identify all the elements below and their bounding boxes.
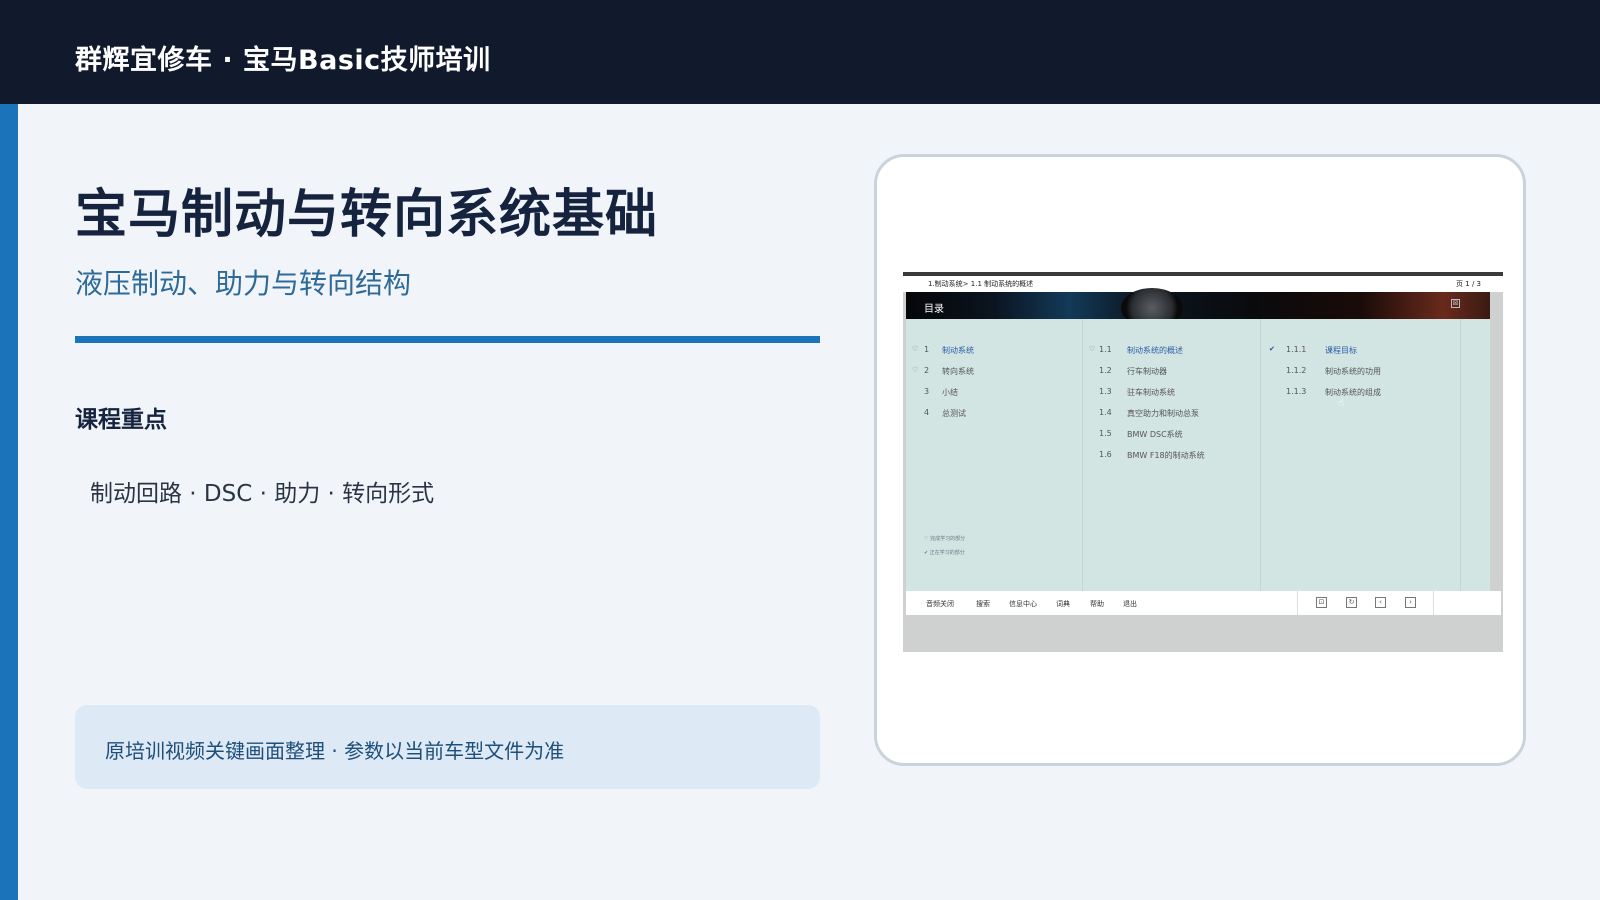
toc-item-label: 行车制动器 <box>1127 367 1167 376</box>
toc-item: 1.3 驻车制动系统 <box>1083 387 1260 401</box>
toc-item: 1.4 真空助力和制动总泵 <box>1083 408 1260 422</box>
toc-item-number: 1.2 <box>1099 366 1112 375</box>
toc-item: ♡ 1 制动系统 <box>906 345 1082 359</box>
page-subtitle: 液压制动、助力与转向结构 <box>75 267 412 300</box>
footer-help: 帮助 <box>1090 600 1104 608</box>
toc-column-sections: ♡ 1.1 制动系统的概述 1.2 行车制动器 1.3 驻车制动系统 1.4 真空助力和制动总泵… <box>1083 319 1261 591</box>
section-title: 课程重点 <box>75 407 167 433</box>
toc-body: ♡ 1 制动系统 ♡ 2 转向系统 3 小结 4 总测试 ♡ 1.1 制动系统的概述 1.2 行车制动器 1… <box>906 319 1490 591</box>
toc-item-label: 课程目标 <box>1325 346 1357 355</box>
toc-item-label: 真空助力和制动总泵 <box>1127 409 1199 418</box>
note-text: 原培训视频关键画面整理 · 参数以当前车型文件为准 <box>105 739 565 763</box>
toc-item-label: 制动系统的概述 <box>1127 346 1183 355</box>
fullscreen-icon: ⊡ <box>1316 597 1327 608</box>
title-divider <box>75 336 820 343</box>
toc-item: 4 总测试 <box>906 408 1082 422</box>
toc-item: ♡ 1.1 制动系统的概述 <box>1083 345 1260 359</box>
toc-item-label: 驻车制动系统 <box>1127 388 1175 397</box>
screenshot-page-indicator: 页 1 / 3 <box>1456 280 1481 288</box>
toc-item: 1.6 BMW F18的制动系统 <box>1083 450 1260 464</box>
toc-item-label: BMW DSC系统 <box>1127 430 1183 439</box>
toc-item-number: 1.6 <box>1099 450 1112 459</box>
toc-label: 目录 <box>924 304 944 315</box>
chevron-right-icon: › <box>1405 597 1416 608</box>
heart-check-icon: ♡ <box>912 345 919 353</box>
toc-item-label: 制动系统的功用 <box>1325 367 1381 376</box>
footer-search: 搜索 <box>976 600 990 608</box>
toc-column-topics: ✔ 1.1.1 课程目标 1.1.2 制动系统的功用 1.1.3 制动系统的组成 <box>1261 319 1461 591</box>
toc-item-number: 1.3 <box>1099 387 1112 396</box>
toc-item-label: 转向系统 <box>942 367 974 376</box>
toc-item-number: 1.1.3 <box>1286 387 1307 396</box>
training-screenshot: 1.制动系统> 1.1 制动系统的概述 页 1 / 3 目录 ⊠ ♡ 1 制动系统 ♡… <box>903 272 1503 652</box>
heart-check-icon: ♡ <box>1089 345 1096 353</box>
refresh-icon: ↻ <box>1346 597 1357 608</box>
key-points: 制动回路 · DSC · 助力 · 转向形式 <box>90 481 435 507</box>
toc-item: ✔ 1.1.1 课程目标 <box>1261 345 1460 359</box>
toc-item: ♡ 2 转向系统 <box>906 366 1082 380</box>
toc-item-label: 总测试 <box>942 409 966 418</box>
screenshot-footer: 音频关闭 搜索 信息中心 词典 帮助 退出 ⊡ ↻ ‹ › <box>906 591 1501 615</box>
close-icon: ⊠ <box>1451 299 1460 308</box>
toc-item-label: 制动系统的组成 <box>1325 388 1381 397</box>
screenshot-header: 目录 ⊠ <box>906 288 1490 328</box>
check-icon: ✔ <box>1269 345 1275 353</box>
footer-exit: 退出 <box>1123 600 1137 608</box>
toc-item-label: BMW F18的制动系统 <box>1127 451 1205 460</box>
toc-item: 1.1.2 制动系统的功用 <box>1261 366 1460 380</box>
legend-completed: ♡ 完成学习的部分 <box>924 536 966 542</box>
toc-item-number: 1.1 <box>1099 345 1112 354</box>
screenshot-nav-group: ⊡ ↻ ‹ › <box>1297 591 1434 615</box>
toc-item-number: 4 <box>924 408 930 417</box>
heart-check-icon: ♡ <box>912 366 919 374</box>
toc-item-number: 2 <box>924 366 930 375</box>
footer-audio-off: 音频关闭 <box>926 600 954 608</box>
toc-item: 1.5 BMW DSC系统 <box>1083 429 1260 443</box>
toc-item-number: 1.1.1 <box>1286 345 1307 354</box>
toc-item-number: 1.1.2 <box>1286 366 1307 375</box>
toc-item-number: 1.5 <box>1099 429 1112 438</box>
toc-item: 1.2 行车制动器 <box>1083 366 1260 380</box>
side-accent-bar <box>0 104 18 900</box>
brand-title: 群辉宜修车 · 宝马Basic技师培训 <box>75 45 491 76</box>
toc-item-number: 1.4 <box>1099 408 1112 417</box>
toc-item-number: 1 <box>924 345 930 354</box>
toc-item-label: 小结 <box>942 388 958 397</box>
top-bar: 群辉宜修车 · 宝马Basic技师培训 <box>0 0 1600 104</box>
toc-item-number: 3 <box>924 387 930 396</box>
footer-info-center: 信息中心 <box>1009 600 1037 608</box>
chevron-left-icon: ‹ <box>1375 597 1386 608</box>
footer-dictionary: 词典 <box>1056 600 1070 608</box>
toc-item: 3 小结 <box>906 387 1082 401</box>
toc-item: 1.1.3 制动系统的组成 <box>1261 387 1460 401</box>
toc-item-label: 制动系统 <box>942 346 974 355</box>
screenshot-breadcrumb-bar: 1.制动系统> 1.1 制动系统的概述 页 1 / 3 <box>903 272 1503 292</box>
page-title: 宝马制动与转向系统基础 <box>75 185 659 245</box>
legend-current: ✔ 正在学习的部分 <box>924 550 965 556</box>
note-box: 原培训视频关键画面整理 · 参数以当前车型文件为准 <box>75 705 820 789</box>
screenshot-card: 1.制动系统> 1.1 制动系统的概述 页 1 / 3 目录 ⊠ ♡ 1 制动系统 ♡… <box>874 154 1526 766</box>
cursor-icon: ☝ <box>1338 398 1345 409</box>
screenshot-breadcrumb: 1.制动系统> 1.1 制动系统的概述 <box>928 280 1034 288</box>
